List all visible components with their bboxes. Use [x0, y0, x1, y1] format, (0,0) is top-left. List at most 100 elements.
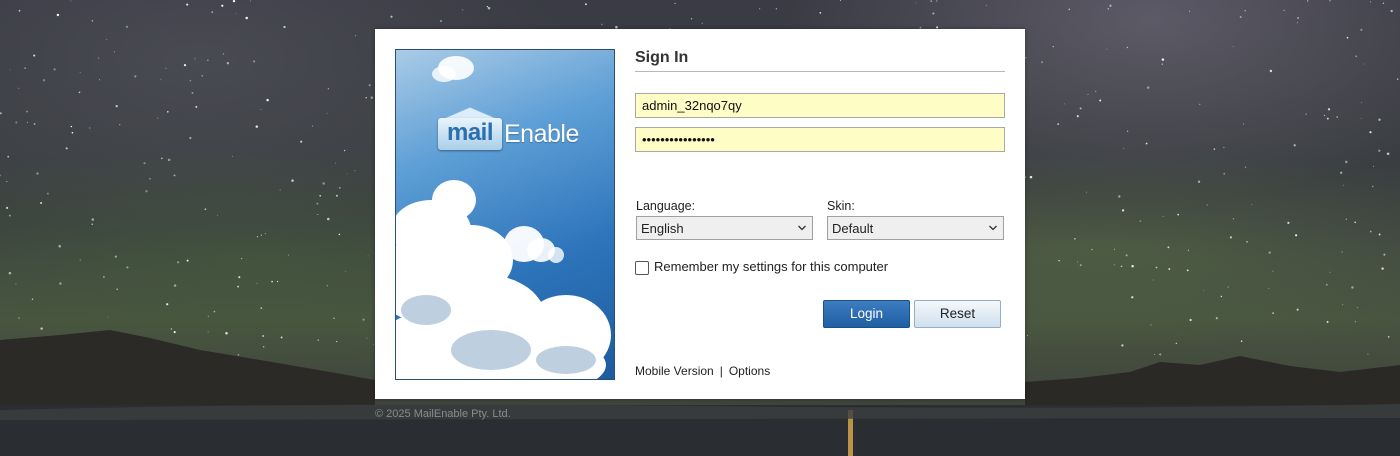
star	[372, 343, 374, 345]
star	[1345, 218, 1348, 220]
star	[232, 155, 234, 157]
star	[839, 0, 842, 1]
star	[1131, 264, 1134, 268]
star	[322, 182, 325, 185]
cloud-image	[396, 56, 611, 379]
star	[1240, 340, 1243, 343]
star	[1246, 241, 1248, 243]
star	[70, 0, 72, 2]
star	[343, 149, 346, 152]
star	[317, 213, 319, 216]
star	[0, 112, 2, 115]
remember-checkbox[interactable]	[635, 261, 649, 275]
star	[40, 327, 43, 330]
star	[354, 170, 356, 172]
star	[225, 331, 228, 335]
star	[134, 75, 137, 78]
star	[1091, 248, 1093, 251]
star	[759, 8, 761, 10]
star	[1113, 248, 1115, 250]
star	[238, 276, 241, 279]
star	[201, 74, 204, 77]
star	[1229, 236, 1232, 239]
star	[1383, 253, 1386, 256]
skin-select-value: Default	[832, 221, 874, 236]
star	[1058, 259, 1060, 262]
options-link[interactable]: Options	[729, 364, 770, 378]
star	[79, 71, 81, 73]
star	[280, 336, 283, 339]
star	[1029, 175, 1033, 179]
skin-select[interactable]: Default	[827, 216, 1004, 240]
star	[366, 337, 368, 339]
star	[345, 271, 347, 273]
star	[58, 244, 61, 248]
username-field[interactable]	[635, 93, 1005, 118]
star	[1109, 4, 1112, 7]
star	[1223, 172, 1226, 175]
star	[1269, 69, 1273, 73]
star	[56, 13, 60, 17]
password-field[interactable]	[635, 127, 1005, 152]
star	[1336, 116, 1338, 118]
star	[160, 78, 162, 80]
star	[170, 328, 173, 330]
star	[1076, 115, 1079, 118]
star	[1325, 283, 1328, 286]
star	[362, 318, 365, 321]
star	[333, 317, 335, 320]
star	[1197, 180, 1201, 183]
link-separator: |	[719, 364, 723, 378]
login-button[interactable]: Login	[823, 300, 910, 328]
star	[186, 3, 189, 6]
star	[319, 194, 322, 197]
star	[1295, 234, 1298, 237]
star	[18, 9, 21, 12]
star	[346, 173, 348, 175]
star	[106, 38, 108, 40]
star	[232, 0, 236, 3]
star	[1232, 218, 1234, 220]
star	[40, 201, 43, 205]
star	[235, 13, 237, 14]
star	[99, 79, 101, 81]
star	[18, 317, 20, 319]
star	[1139, 220, 1142, 222]
star	[24, 67, 26, 69]
star	[266, 98, 269, 102]
star	[166, 303, 169, 306]
star	[1057, 123, 1060, 126]
star	[291, 179, 294, 182]
star	[1085, 191, 1088, 193]
star	[1296, 308, 1299, 311]
mobile-version-link[interactable]: Mobile Version	[635, 364, 714, 378]
star	[1145, 142, 1148, 145]
star	[276, 280, 279, 283]
star	[26, 121, 28, 123]
star	[1305, 113, 1307, 115]
remember-label[interactable]: Remember my settings for this computer	[654, 259, 888, 274]
star	[173, 174, 176, 177]
star	[79, 259, 81, 261]
star	[115, 104, 118, 108]
star	[1293, 144, 1296, 147]
reset-button[interactable]: Reset	[914, 300, 1001, 328]
star	[189, 79, 192, 82]
star	[1127, 130, 1129, 132]
star	[1203, 289, 1205, 291]
star	[1370, 1, 1372, 3]
star	[1168, 267, 1171, 271]
star	[173, 331, 176, 334]
star	[1272, 312, 1274, 314]
star	[157, 117, 159, 119]
star	[114, 255, 117, 258]
language-select[interactable]: English	[636, 216, 813, 240]
star	[256, 236, 259, 238]
star	[1232, 46, 1234, 47]
star	[1378, 118, 1381, 121]
star	[1099, 99, 1102, 102]
star	[1155, 266, 1158, 269]
star	[1386, 152, 1390, 156]
star	[173, 284, 177, 287]
star	[1356, 307, 1358, 309]
